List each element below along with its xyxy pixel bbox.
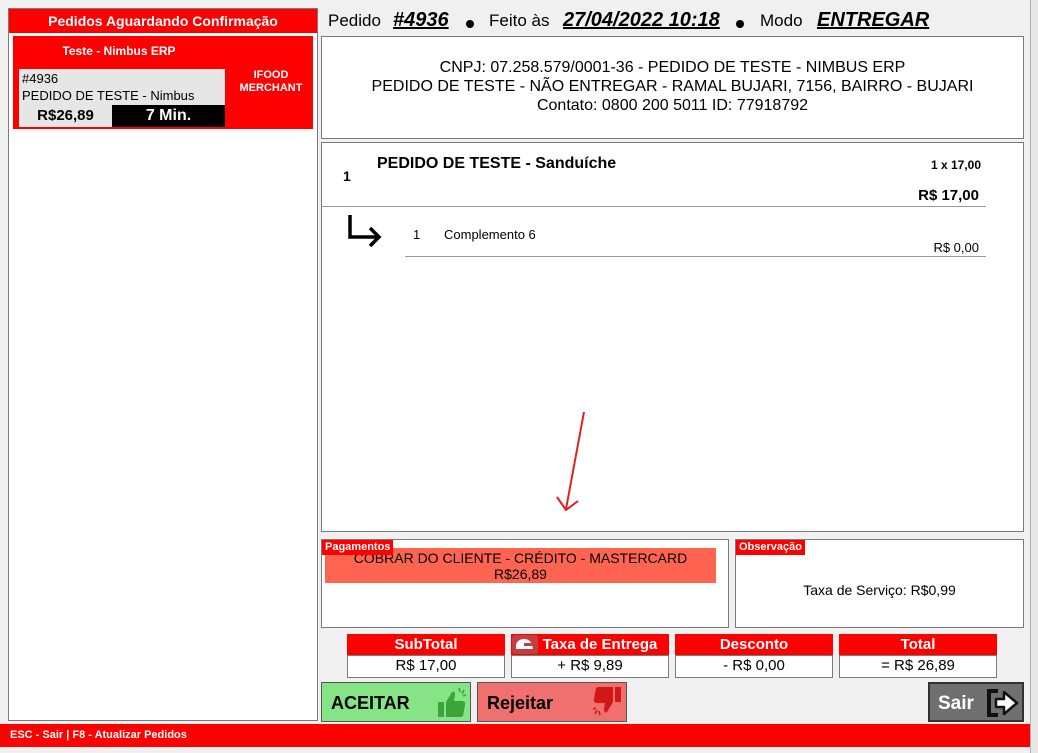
order-header: Pedido #4936 Feito às 27/04/2022 10:18 M… [321, 0, 1031, 36]
delivery-fee-label: Taxa de Entrega [542, 636, 658, 653]
pedido-label: Pedido [328, 11, 381, 30]
separator-dot [736, 20, 744, 28]
pedido-value: #4936 [393, 9, 449, 31]
exit-arrow-icon [987, 689, 1019, 717]
item-qty: 1 [343, 168, 351, 184]
thumbs-up-icon [438, 687, 467, 717]
exit-button-label: Sair [938, 693, 974, 714]
motorcycle-helmet-icon [512, 635, 538, 654]
customer-line-1: CNPJ: 07.258.579/0001-36 - PEDIDO DE TES… [439, 59, 906, 76]
delivery-fee-header: Taxa de Entrega [511, 634, 669, 655]
order-card-info: #4936 PEDIDO DE TESTE - Nimbus [19, 69, 225, 105]
subtotal-value: R$ 17,00 [347, 655, 505, 678]
complement-price: R$ 0,00 [933, 240, 979, 255]
payment-tag: Pagamentos [322, 540, 394, 555]
complement-name: Complemento 6 [444, 227, 536, 242]
accept-button[interactable]: ACEITAR [321, 682, 471, 722]
item-unit-price: 1 x 17,00 [930, 158, 981, 172]
customer-panel: CNPJ: 07.258.579/0001-36 - PEDIDO DE TES… [321, 36, 1024, 139]
delivery-fee-value: + R$ 9,89 [511, 655, 669, 678]
separator-dot [466, 20, 474, 28]
awaiting-orders-title: Pedidos Aguardando Confirmação [9, 9, 317, 33]
reject-button[interactable]: Rejeitar [477, 682, 627, 722]
modo-label: Modo [760, 11, 803, 30]
feito-value: 27/04/2022 10:18 [563, 9, 720, 31]
order-card-source-line2: MERCHANT [239, 82, 303, 94]
order-card-source-line1: IFOOD [253, 69, 289, 81]
accept-button-label: ACEITAR [331, 693, 410, 713]
annotation-arrow-icon [556, 411, 585, 512]
observation-panel: Observação Taxa de Serviço: R$0,99 [735, 539, 1024, 628]
feito-label: Feito às [489, 11, 550, 30]
item-row[interactable]: 1 PEDIDO DE TESTE - Sanduíche 1 x 17,00 … [322, 143, 1023, 213]
total-box: Total = R$ 26,89 [839, 634, 997, 678]
payment-panel: COBRAR DO CLIENTE - CRÉDITO - MASTERCARD… [321, 539, 729, 628]
customer-info: CNPJ: 07.258.579/0001-36 - PEDIDO DE TES… [322, 58, 1023, 115]
order-card-number: #4936 [22, 71, 59, 86]
reject-button-label: Rejeitar [487, 693, 554, 713]
item-divider [322, 206, 986, 207]
order-card-time: 7 Min. [112, 105, 225, 127]
discount-label: Desconto [675, 634, 833, 655]
complement-qty: 1 [413, 227, 421, 242]
order-card-name: PEDIDO DE TESTE - Nimbus [22, 88, 195, 103]
subtotal-box: SubTotal R$ 17,00 [347, 634, 505, 678]
order-card-source: IFOOD MERCHANT [229, 69, 313, 95]
discount-value: - R$ 0,00 [675, 655, 833, 678]
status-bar: ESC - Sair | F8 - Atualizar Pedidos [0, 724, 1030, 747]
exit-button[interactable]: Sair [928, 682, 1024, 722]
payment-amount: R$26,89 [494, 566, 547, 582]
total-label: Total [839, 634, 997, 655]
customer-line-2: PEDIDO DE TESTE - NÃO ENTREGAR - RAMAL B… [371, 78, 974, 95]
subtotal-label: SubTotal [347, 634, 505, 655]
total-value: = R$ 26,89 [839, 655, 997, 678]
complement-divider [405, 256, 986, 257]
background-window-edge [1030, 0, 1038, 753]
complement-row: 1 Complemento 6 R$ 0,00 [322, 209, 1023, 259]
item-name: PEDIDO DE TESTE - Sanduíche [377, 155, 617, 172]
customer-line-3: Contato: 0800 200 5011 ID: 77918792 [536, 97, 809, 114]
sub-item-arrow-icon [348, 215, 382, 247]
modo-value: ENTREGAR [817, 9, 930, 31]
observation-text: Taxa de Serviço: R$0,99 [803, 582, 956, 598]
discount-box: Desconto - R$ 0,00 [675, 634, 833, 678]
order-card-company: Teste - Nimbus ERP [62, 44, 176, 58]
delivery-fee-box: Taxa de Entrega + R$ 9,89 [511, 634, 669, 678]
order-card[interactable]: Teste - Nimbus ERP #4936 PEDIDO DE TESTE… [13, 36, 313, 129]
observation-tag: Observação [736, 540, 805, 555]
items-panel: 1 PEDIDO DE TESTE - Sanduíche 1 x 17,00 … [321, 142, 1024, 532]
thumbs-down-icon [592, 687, 621, 716]
awaiting-orders-panel: Pedidos Aguardando Confirmação Teste - N… [8, 8, 318, 721]
item-price: R$ 17,00 [918, 187, 979, 204]
order-card-price: R$26,89 [19, 105, 112, 127]
